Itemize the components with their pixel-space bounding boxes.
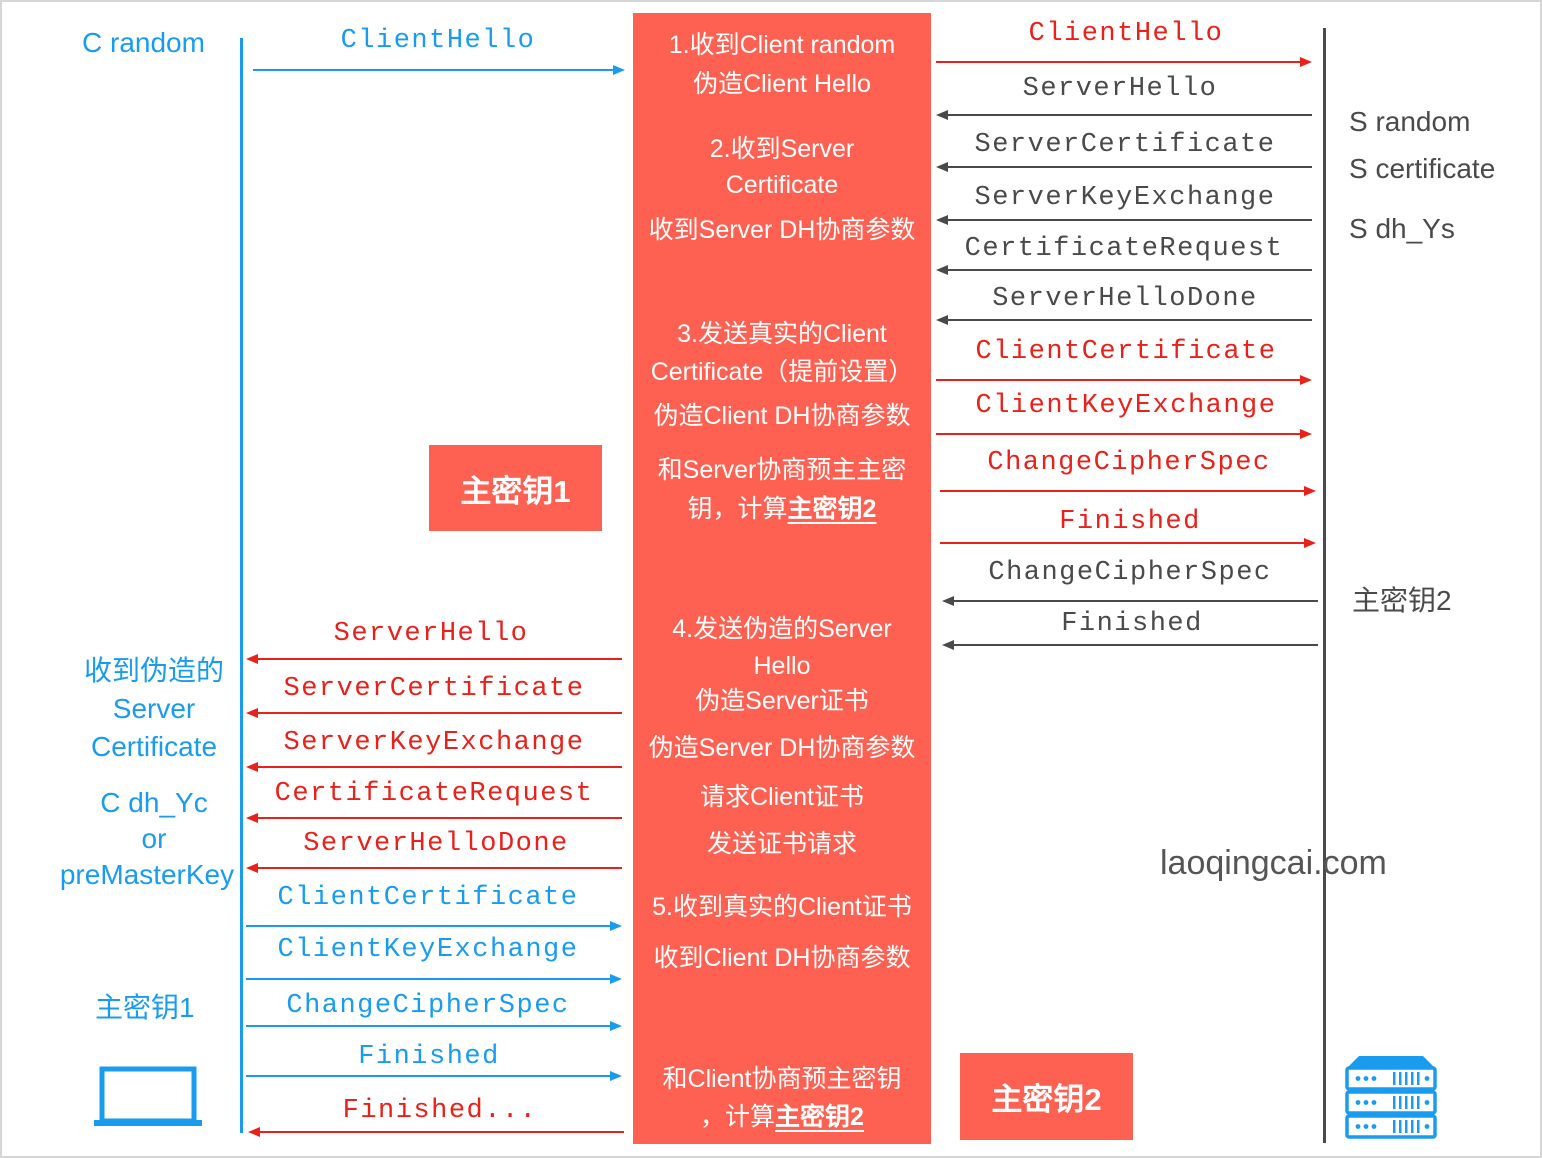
left-msg-arrow [246,1070,622,1082]
left-msg-label: ServerHello [333,619,529,649]
right-msg-label: ClientKeyExchange [975,391,1277,421]
server-params: S random S certificate S dh_Ys [1349,104,1495,247]
mitm-step-1-line-2: 伪造Client Hello [693,70,871,98]
right-msg-label: ServerHelloDone [992,284,1258,314]
server-dh-label: S dh_Ys [1349,213,1455,244]
right-msg-arrow [936,109,1312,121]
client-info-line-6: preMasterKey [59,859,235,890]
server-rack-icon [1345,1054,1437,1140]
mitm-step-4c: 伪造Server DH协商参数 [648,734,916,762]
left-msg-arrow [246,1020,622,1032]
mitm-step-1: 1.收到Client random 伪造Client Hello [633,30,931,99]
left-msg-label: ClientHello [340,26,536,56]
right-msg-arrow [942,595,1318,607]
right-msg-label: Finished [1059,507,1201,537]
left-msg-label: ServerKeyExchange [283,728,585,758]
client-info-line-1: 收到伪造的 [83,655,224,686]
mitm-step-3c: 和Server协商预主主密 [657,456,907,484]
mitm-step-4e: 发送证书请求 [706,830,857,858]
mitm-step-5d: ，计算主密钥2 [633,1102,931,1132]
left-msg-label: ClientKeyExchange [277,935,579,965]
left-msg-label: ChangeCipherSpec [286,991,570,1021]
left-msg-label: Finished... [342,1096,538,1126]
client-received-info: 收到伪造的 Server Certificate C dh_Yc or preM… [44,652,264,894]
right-msg-label: ClientHello [1028,19,1224,49]
mitm-step-2: 2.收到Server Certificate [633,134,931,200]
left-msg-arrow [246,973,622,985]
mitm-step-3d-text: 钥，计算 [687,495,788,523]
right-msg-label: ChangeCipherSpec [988,558,1272,588]
left-msg-arrow [246,707,622,719]
left-msg-arrow [246,761,622,773]
right-msg-label: ServerCertificate [974,130,1276,160]
left-msg-arrow [246,653,622,665]
right-msg-label: CertificateRequest [964,234,1284,264]
mitm-step-3d-key: 主密钥2 [787,495,877,523]
right-msg-label: ServerKeyExchange [974,183,1276,213]
tls-mitm-diagram: 1.收到Client random 伪造Client Hello 2.收到Ser… [0,0,1542,1158]
left-msg-label: CertificateRequest [274,779,594,809]
mitm-step-4b: 伪造Server证书 [695,687,869,715]
right-msg-arrow [940,485,1316,497]
mitm-step-3: 3.发送真实的Client Certificate（提前设置） [633,319,931,387]
mitm-step-2-line-2: Certificate [725,171,839,199]
left-msg-arrow [248,1126,624,1138]
client-info-line-5: or [141,823,167,854]
mitm-step-3-line-1: 3.发送真实的Client [677,320,887,348]
client-master-key-label: 主密钥1 [95,992,195,1023]
left-msg-label: ServerHelloDone [303,829,569,859]
left-msg-arrow [246,812,622,824]
right-msg-label: ClientCertificate [975,337,1277,367]
mitm-step-1-line-1: 1.收到Client random [668,31,896,59]
mitm-step-4-line-2: Hello [753,652,811,680]
mitm-step-3-line-2: Certificate（提前设置） [650,358,914,386]
watermark: laoqingcai.com [1160,844,1387,882]
mitm-step-4-line-1: 4.发送伪造的Server [672,615,892,643]
mitm-step-4: 4.发送伪造的Server Hello [633,614,931,681]
left-msg-arrow [246,862,622,874]
mitm-step-5c: 和Client协商预主密钥 [662,1065,902,1093]
mitm-step-2-line-1: 2.收到Server [709,135,855,163]
right-msg-label: ServerHello [1022,74,1218,104]
mitm-step-3d: 钥，计算主密钥2 [633,494,931,524]
left-msg-label: Finished [358,1042,500,1072]
left-msg-label: ServerCertificate [283,674,585,704]
right-msg-arrow [936,264,1312,276]
right-msg-arrow [936,214,1312,226]
server-certificate-label: S certificate [1349,153,1496,184]
client-random-label: C random [82,27,205,58]
server-master-key-label: 主密钥2 [1352,585,1452,616]
server-lifeline [1323,28,1326,1143]
mitm-step-5b: 收到Client DH协商参数 [653,944,911,972]
laptop-icon [92,1066,204,1128]
right-msg-arrow [940,537,1316,549]
right-msg-arrow [942,639,1318,651]
mitm-step-4d: 请求Client证书 [700,783,864,811]
client-lifeline [240,38,243,1133]
right-msg-arrow [936,428,1312,440]
client-info-line-3: Certificate [90,731,218,762]
mitm-step-3b: 伪造Client DH协商参数 [653,402,911,430]
right-msg-arrow [936,314,1312,326]
right-msg-label: ChangeCipherSpec [987,448,1271,478]
mitm-step-5d-key: 主密钥2 [775,1103,864,1131]
mitm-step-2b: 收到Server DH协商参数 [648,216,916,244]
client-info-line-4: C dh_Yc [100,787,208,818]
master-key-2-box: 主密钥2 [960,1053,1133,1140]
left-msg-label: ClientCertificate [277,883,579,913]
left-msg-arrow [253,64,625,76]
mitm-step-5: 5.收到真实的Client证书 [652,893,912,921]
client-info-line-2: Server [112,693,196,724]
server-random-label: S random [1349,106,1471,137]
right-msg-arrow [936,56,1312,68]
right-msg-label: Finished [1061,609,1203,639]
left-msg-arrow [246,920,622,932]
right-msg-arrow [936,374,1312,386]
right-msg-arrow [936,161,1312,173]
master-key-1-box: 主密钥1 [429,445,602,531]
mitm-step-5d-text: ，计算 [700,1103,776,1131]
